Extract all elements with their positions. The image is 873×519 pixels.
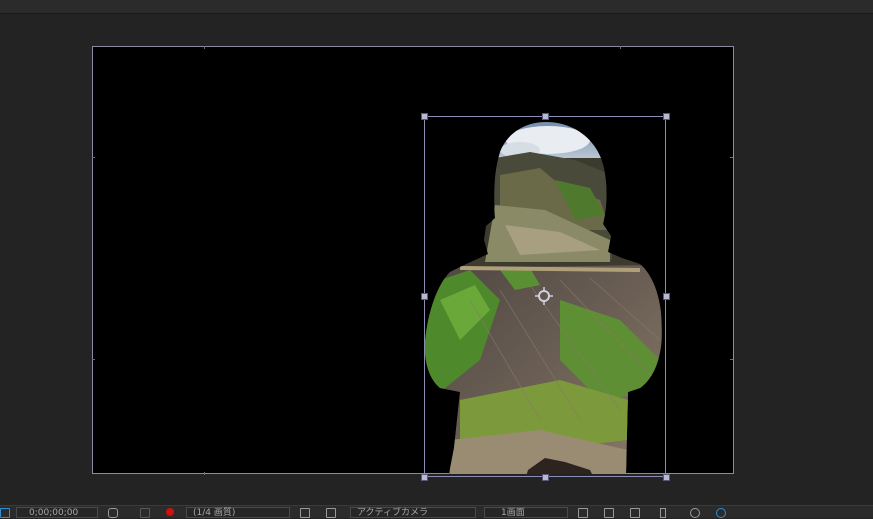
transform-handle-middle-right[interactable] [663, 293, 670, 300]
transform-handle-bottom-left[interactable] [421, 474, 428, 481]
timecode-field[interactable]: 0;00;00;00 [16, 507, 98, 518]
transform-handle-bottom-center[interactable] [542, 474, 549, 481]
transform-handle-top-center[interactable] [542, 113, 549, 120]
resolution-dropdown[interactable]: (1/4 画質) [186, 507, 290, 518]
transform-handle-top-right[interactable] [663, 113, 670, 120]
record-icon[interactable] [166, 508, 174, 516]
camera-dropdown[interactable]: アクティブカメラ [350, 507, 476, 518]
camera-label: アクティブカメラ [357, 508, 429, 518]
transform-handle-bottom-right[interactable] [663, 474, 670, 481]
views-label: 1画面 [501, 508, 525, 518]
viewer-bottom-toolbar: 0;00;00;00 (1/4 画質) アクティブカメラ 1画面 [0, 505, 873, 518]
anchor-point-icon[interactable] [535, 287, 553, 305]
transform-handle-top-left[interactable] [421, 113, 428, 120]
transform-handle-middle-left[interactable] [421, 293, 428, 300]
timecode-text: 0;00;00;00 [29, 508, 79, 518]
views-dropdown[interactable]: 1画面 [484, 507, 568, 518]
resolution-label: (1/4 画質) [193, 508, 236, 518]
